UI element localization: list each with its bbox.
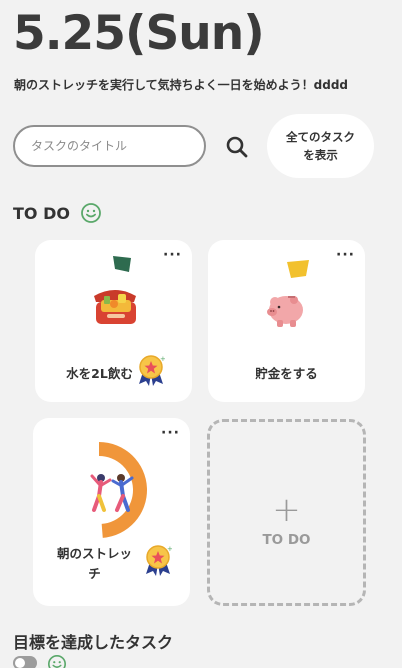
todo-section-header: TO DO (13, 202, 102, 224)
show-all-tasks-label-line1: 全てのタスク (286, 130, 355, 144)
page-title-date: 5.25(Sun) (13, 6, 265, 61)
card-more-menu[interactable]: ··· (163, 248, 182, 262)
svg-text:+: + (167, 545, 172, 553)
achievement-badge-icon: + (146, 545, 172, 576)
smile-icon (81, 203, 101, 223)
card-more-menu[interactable]: ··· (161, 426, 180, 440)
add-todo-card[interactable]: + TO DO (207, 419, 366, 606)
card-more-menu[interactable]: ··· (336, 248, 355, 262)
category-tag-icon (113, 256, 131, 272)
smile-icon (48, 655, 66, 668)
show-all-tasks-label-line2: を表示 (303, 148, 338, 162)
task-card-stretch[interactable]: ··· 朝のストレッ チ + (33, 418, 190, 606)
search-input[interactable] (13, 125, 206, 167)
plus-icon: + (272, 490, 301, 530)
show-all-tasks-button[interactable]: 全てのタスク を表示 (267, 114, 374, 178)
search-icon[interactable] (224, 134, 250, 160)
achievement-badge-icon: + (139, 355, 165, 386)
completed-toggle[interactable] (13, 656, 37, 668)
add-todo-label: TO DO (262, 532, 311, 548)
task-card-water[interactable]: ··· 水を2L飲む + (35, 240, 192, 402)
stretching-people-icon (90, 474, 134, 512)
app-page: 5.25(Sun) 朝のストレッチを実行して気持ちよく一日を始めよう！dddd … (0, 0, 402, 668)
task-card-label-line1: 朝のストレッ (56, 546, 132, 561)
task-card-label-line2: チ (88, 566, 101, 581)
lunchbox-icon (94, 290, 136, 324)
category-tag-icon (287, 260, 309, 278)
task-card-savings[interactable]: ··· 貯金をする (208, 240, 365, 402)
todo-section-title: TO DO (13, 203, 70, 223)
svg-text:+: + (160, 355, 165, 363)
completed-section-title: 目標を達成したタスク (13, 633, 174, 652)
toggle-knob (15, 658, 25, 668)
daily-message: 朝のストレッチを実行して気持ちよく一日を始めよう！dddd (14, 78, 349, 92)
piggy-bank-icon (267, 296, 303, 327)
task-card-label: 貯金をする (255, 366, 318, 381)
